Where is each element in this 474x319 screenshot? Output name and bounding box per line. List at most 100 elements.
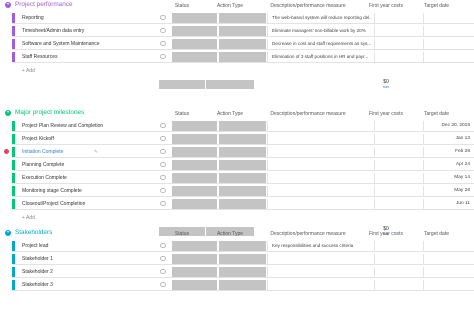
cost-cell[interactable] <box>374 13 422 23</box>
cost-cell[interactable] <box>374 186 422 196</box>
comment-bubble-icon[interactable] <box>160 162 166 167</box>
status-cell[interactable] <box>171 39 217 49</box>
status-cell[interactable] <box>171 254 217 264</box>
status-cell[interactable] <box>171 160 217 170</box>
action-type-cell[interactable] <box>218 13 266 23</box>
column-header-cost[interactable]: First year costs <box>362 231 410 237</box>
action-type-cell[interactable] <box>218 254 266 264</box>
table-row[interactable]: Stakeholder 2 <box>12 267 474 278</box>
column-header-date[interactable]: Target date <box>411 231 462 237</box>
date-cell[interactable] <box>423 39 474 49</box>
comment-bubble-icon[interactable] <box>160 243 166 248</box>
date-cell[interactable] <box>423 13 474 23</box>
group-title[interactable]: Major project milestones <box>15 109 84 116</box>
table-row[interactable]: Timesheet/Admin data entry Eliminate man… <box>12 26 474 37</box>
description-cell[interactable] <box>267 160 373 170</box>
cost-cell[interactable] <box>374 147 422 157</box>
date-cell[interactable]: Apr 24 <box>423 160 474 170</box>
description-cell[interactable]: The web-based system will reduce reporti… <box>267 13 373 23</box>
item-name[interactable]: Closeout/Project Completion <box>22 201 85 207</box>
action-type-cell[interactable] <box>218 241 266 251</box>
status-cell[interactable] <box>171 241 217 251</box>
date-cell[interactable] <box>423 280 474 290</box>
description-cell[interactable] <box>267 173 373 183</box>
column-header-description[interactable]: Description/performance measure <box>255 231 361 237</box>
item-name[interactable]: Timesheet/Admin data entry <box>22 28 84 34</box>
column-header-date[interactable]: Target date <box>411 3 462 9</box>
cost-cell[interactable] <box>374 173 422 183</box>
item-name[interactable]: Initiation Complete <box>22 149 63 155</box>
comment-bubble-icon[interactable] <box>160 28 166 33</box>
group-collapse-icon[interactable] <box>5 2 11 8</box>
description-cell[interactable] <box>267 186 373 196</box>
table-row[interactable]: Project lead Key responsibilities and su… <box>12 241 474 252</box>
status-cell[interactable] <box>171 121 217 131</box>
action-type-cell[interactable] <box>218 26 266 36</box>
status-cell[interactable] <box>171 52 217 62</box>
cost-cell[interactable] <box>374 267 422 277</box>
description-cell[interactable] <box>267 121 373 131</box>
column-header-action[interactable]: Action Type <box>206 3 254 9</box>
status-cell[interactable] <box>171 173 217 183</box>
cost-cell[interactable] <box>374 121 422 131</box>
comment-bubble-icon[interactable] <box>160 201 166 206</box>
action-type-cell[interactable] <box>218 147 266 157</box>
action-type-cell[interactable] <box>218 280 266 290</box>
item-name[interactable]: Software and System Maintenance <box>22 41 100 47</box>
edit-pencil-icon[interactable]: ✎ <box>94 149 98 155</box>
cost-cell[interactable] <box>374 160 422 170</box>
comment-bubble-icon[interactable] <box>160 269 166 274</box>
status-cell[interactable] <box>171 280 217 290</box>
column-header-action[interactable]: Action Type <box>206 231 254 237</box>
status-cell[interactable] <box>171 134 217 144</box>
column-header-description[interactable]: Description/performance measure <box>255 111 361 117</box>
item-name[interactable]: Planning Complete <box>22 162 64 168</box>
table-row[interactable]: Monitoring stage Complete May 28 <box>12 186 474 197</box>
table-row[interactable]: Stakeholder 3 <box>12 280 474 291</box>
cost-cell[interactable] <box>374 134 422 144</box>
description-cell[interactable] <box>267 134 373 144</box>
cost-cell[interactable] <box>374 39 422 49</box>
column-header-status[interactable]: Status <box>159 111 205 117</box>
table-row[interactable]: Reporting The web-based system will redu… <box>12 13 474 24</box>
status-cell[interactable] <box>171 26 217 36</box>
description-cell[interactable]: Eliminate managers' non-billable work by… <box>267 26 373 36</box>
item-name[interactable]: Execution Complete <box>22 175 67 181</box>
description-cell[interactable] <box>267 147 373 157</box>
status-cell[interactable] <box>171 267 217 277</box>
action-type-cell[interactable] <box>218 121 266 131</box>
column-header-status[interactable]: Status <box>159 231 205 237</box>
add-item-row[interactable]: + Add <box>12 213 142 223</box>
table-row[interactable]: Initiation Complete ✎ Feb 28 <box>4 147 474 158</box>
description-cell[interactable] <box>267 267 373 277</box>
item-name[interactable]: Reporting <box>22 15 44 21</box>
action-type-cell[interactable] <box>218 186 266 196</box>
cost-cell[interactable] <box>374 199 422 209</box>
date-cell[interactable]: Feb 28 <box>423 147 474 157</box>
comment-bubble-icon[interactable] <box>160 175 166 180</box>
action-type-cell[interactable] <box>218 160 266 170</box>
table-row[interactable]: Project Kickoff Jan 13 <box>12 134 474 145</box>
item-name[interactable]: Stakeholder 2 <box>22 269 53 275</box>
description-cell[interactable] <box>267 199 373 209</box>
description-cell[interactable]: Elimination of 3 staff positions in HR a… <box>267 52 373 62</box>
comment-bubble-icon[interactable] <box>160 188 166 193</box>
table-row[interactable]: Closeout/Project Completion Jun 11 <box>12 199 474 210</box>
cost-cell[interactable] <box>374 280 422 290</box>
item-name[interactable]: Staff Resources <box>22 54 57 60</box>
action-type-cell[interactable] <box>218 52 266 62</box>
status-cell[interactable] <box>171 147 217 157</box>
comment-bubble-icon[interactable] <box>160 282 166 287</box>
action-type-cell[interactable] <box>218 134 266 144</box>
date-cell[interactable]: May 28 <box>423 186 474 196</box>
description-cell[interactable]: Key responsibilities and success criteri… <box>267 241 373 251</box>
date-cell[interactable] <box>423 267 474 277</box>
column-header-cost[interactable]: First year costs <box>362 3 410 9</box>
add-item-label[interactable]: + Add <box>22 68 35 74</box>
comment-bubble-icon[interactable] <box>160 123 166 128</box>
item-name[interactable]: Project Kickoff <box>22 136 54 142</box>
table-row[interactable]: Execution Complete May 14 <box>12 173 474 184</box>
table-row[interactable]: Project Plan Review and Completion Dec 2… <box>12 121 474 132</box>
action-type-cell[interactable] <box>218 173 266 183</box>
date-cell[interactable] <box>423 26 474 36</box>
